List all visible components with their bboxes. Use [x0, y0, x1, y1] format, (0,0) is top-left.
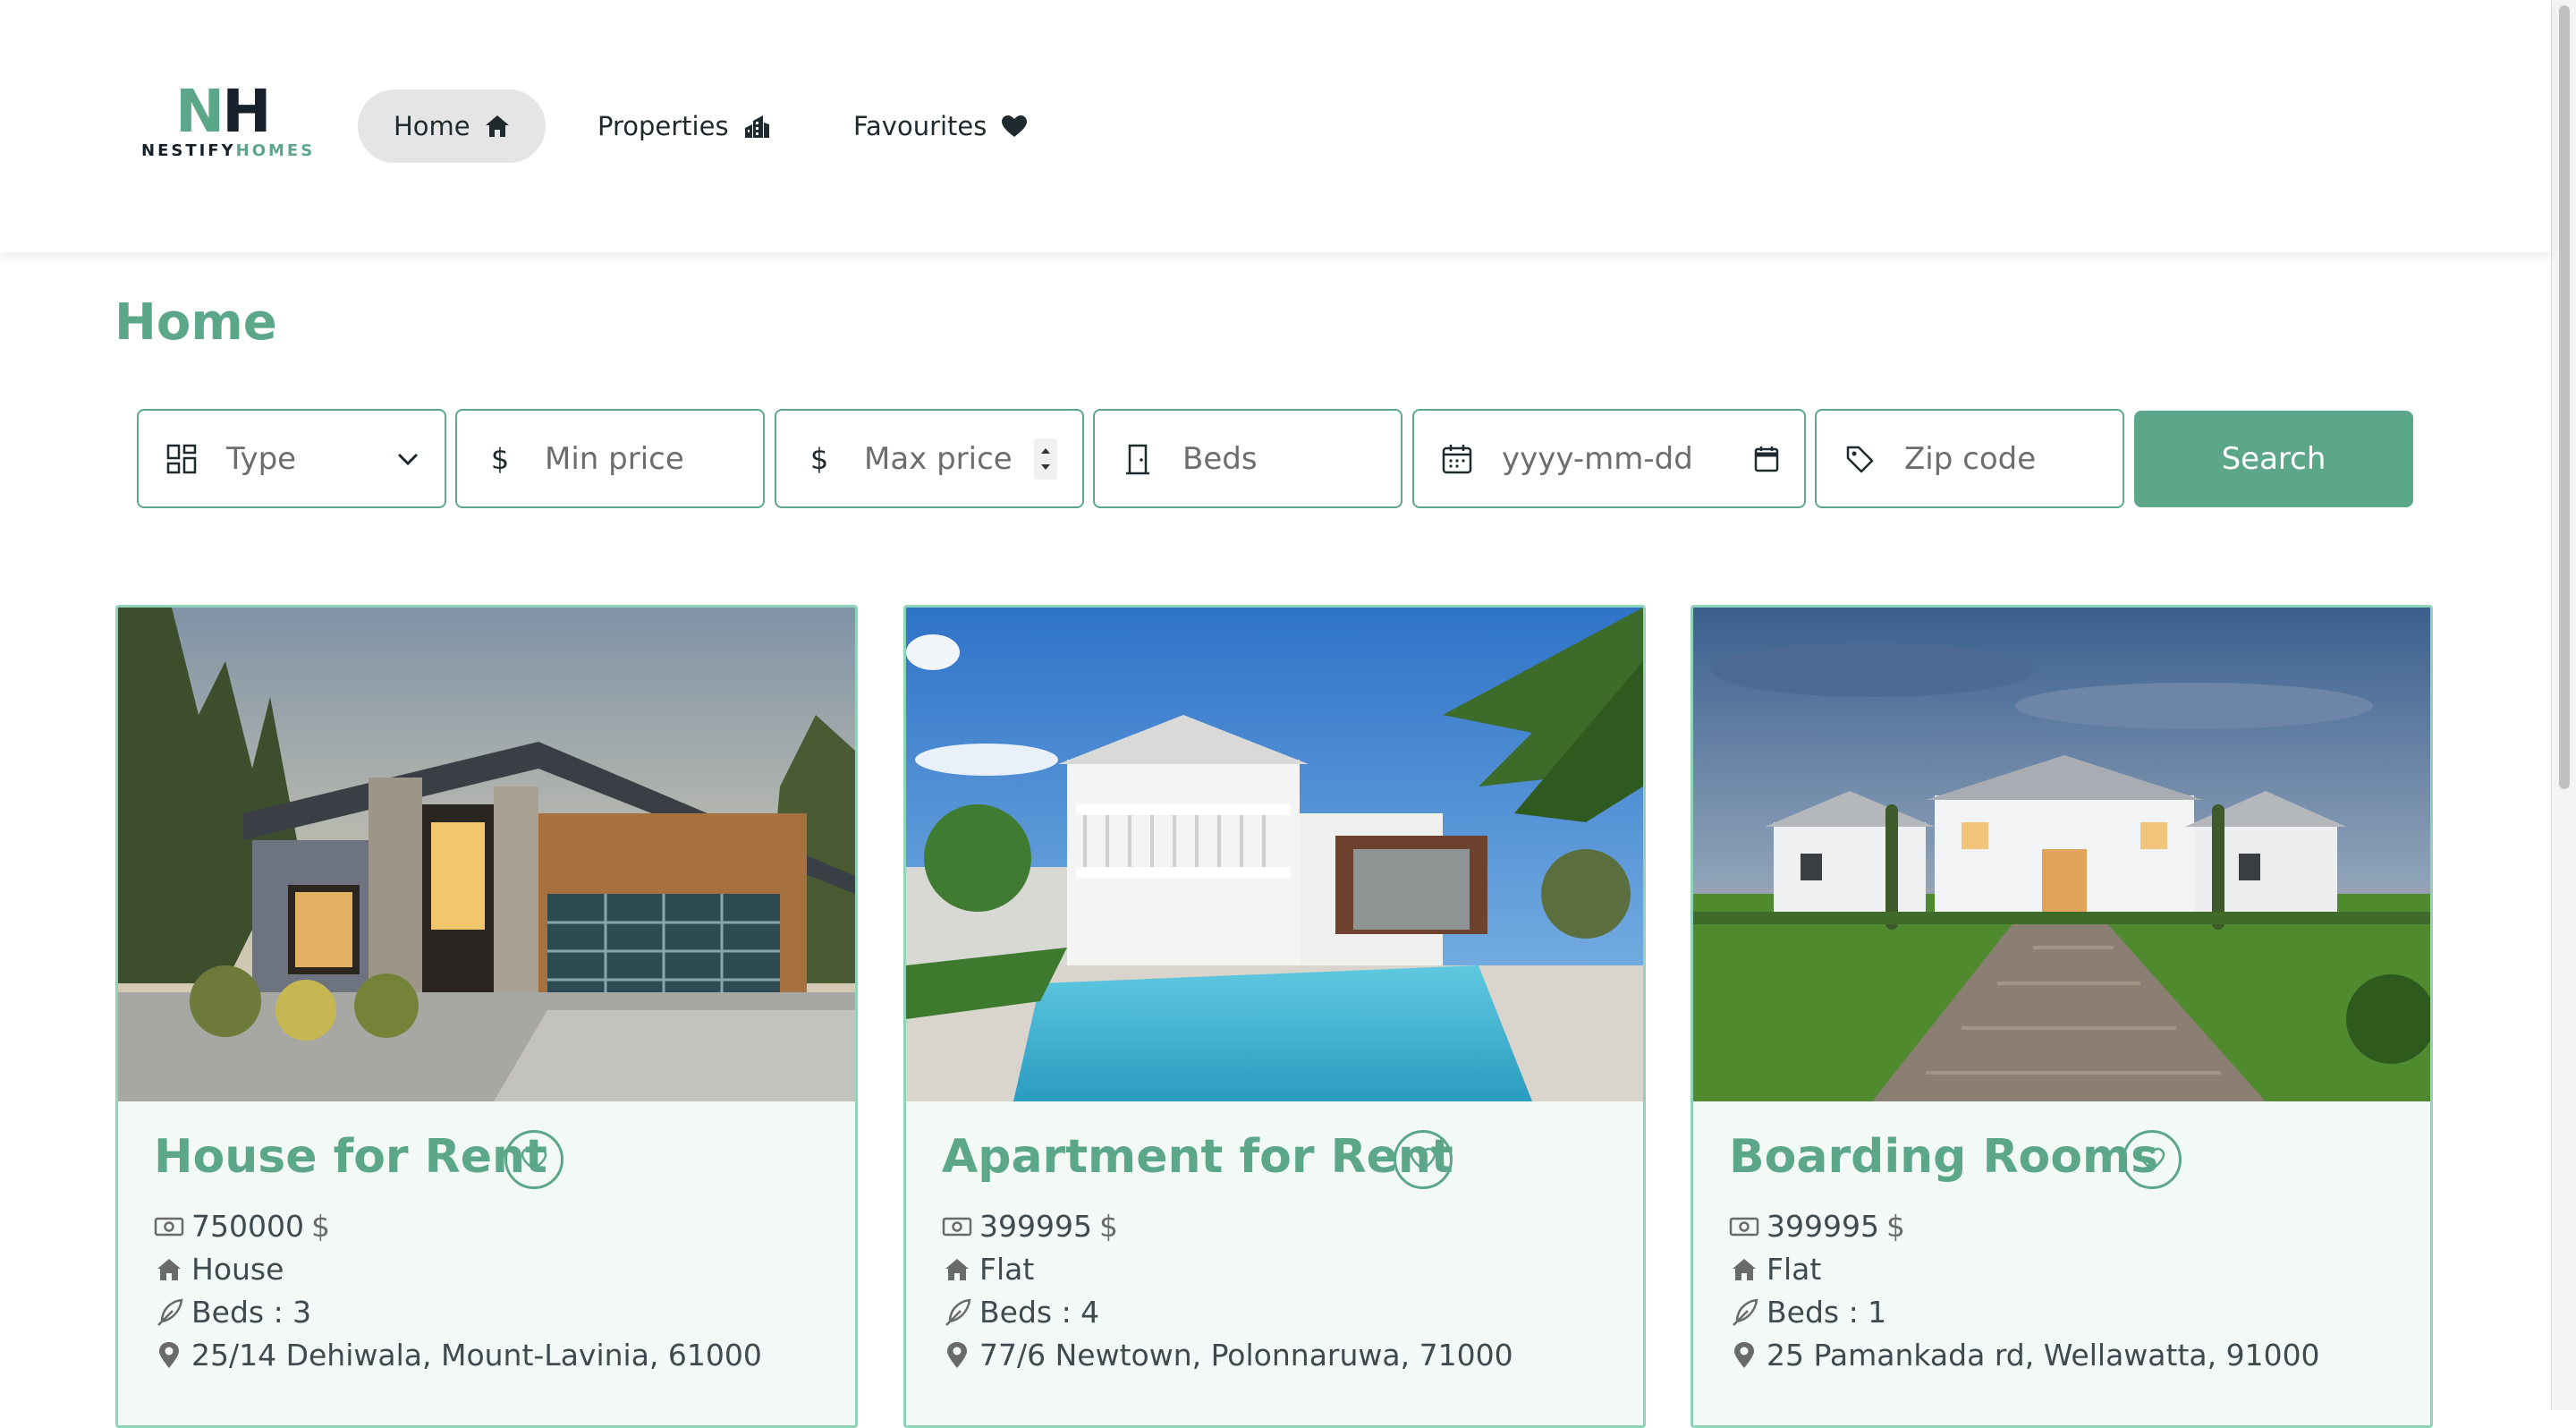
address-value: 25/14 Dehiwala, Mount-Lavinia, 61000 [191, 1338, 762, 1373]
brand-logo[interactable]: NH NESTIFYHOMES [141, 77, 312, 165]
listing-address: 77/6 Newtown, Polonnaruwa, 71000 [942, 1338, 1513, 1373]
listing-type: Flat [942, 1252, 1034, 1287]
beds-input[interactable]: Beds [1182, 441, 1401, 477]
top-navbar: NH NESTIFYHOMES Home Properties Favourit… [0, 0, 2551, 252]
calendar-icon [1437, 444, 1477, 474]
house-icon [1729, 1257, 1759, 1282]
house-icon [942, 1257, 972, 1282]
logo-wordmark: NESTIFYHOMES [141, 141, 316, 160]
page-scrollbar[interactable] [2551, 0, 2576, 1410]
tag-icon [1840, 445, 1879, 473]
chevron-down-icon [396, 452, 419, 466]
feather-icon [154, 1298, 184, 1327]
nav-home-label: Home [394, 111, 470, 141]
price-value: 399995 [979, 1209, 1092, 1244]
listing-title[interactable]: House for Rent [154, 1130, 547, 1184]
listing-beds: Beds : 4 [942, 1295, 1099, 1330]
min-price-field[interactable]: $ Min price [455, 409, 765, 508]
zip-input[interactable]: Zip code [1904, 441, 2123, 477]
nav-home-wrap: Home [358, 89, 546, 163]
nav-item-favourites[interactable]: Favourites [818, 89, 1063, 163]
type-value: Flat [1767, 1252, 1822, 1287]
listing-address: 25 Pamankada rd, Wellawatta, 91000 [1729, 1338, 2320, 1373]
listing-card[interactable]: Boarding Rooms 399995 $ Flat Beds : 1 25… [1690, 605, 2433, 1428]
dollar-icon: $ [809, 441, 829, 476]
dollar-icon: $ [490, 441, 510, 476]
nav-properties-label: Properties [597, 111, 729, 141]
listing-price: 750000 $ [154, 1209, 330, 1244]
heart-outline-icon [521, 1147, 547, 1171]
address-value: 25 Pamankada rd, Wellawatta, 91000 [1767, 1338, 2320, 1373]
home-icon [485, 115, 510, 138]
search-button[interactable]: Search [2134, 411, 2413, 507]
heart-outline-icon [1410, 1147, 1436, 1171]
favourite-button[interactable] [2123, 1130, 2182, 1189]
pool-villa-photo [906, 608, 1643, 1101]
nav-item-properties[interactable]: Properties [562, 89, 806, 163]
nav-fav-wrap: Favourites [818, 89, 1063, 163]
heart-icon [1001, 115, 1028, 138]
price-currency: $ [1098, 1209, 1118, 1244]
nav-favourites-label: Favourites [853, 111, 987, 141]
beds-value: Beds : 3 [191, 1295, 312, 1330]
location-pin-icon [154, 1341, 184, 1370]
price-value: 750000 [191, 1209, 304, 1244]
date-field[interactable]: yyyy-mm-dd [1412, 409, 1806, 508]
listing-beds: Beds : 1 [1729, 1295, 1886, 1330]
listing-price: 399995 $ [942, 1209, 1118, 1244]
beds-value: Beds : 4 [979, 1295, 1100, 1330]
listing-beds: Beds : 3 [154, 1295, 311, 1330]
type-select-value: Type [226, 440, 297, 477]
mansion-driveway-photo [1693, 608, 2430, 1101]
zip-field[interactable]: Zip code [1815, 409, 2124, 508]
price-currency: $ [1885, 1209, 1905, 1244]
building-icon [743, 114, 770, 139]
modern-house-photo [118, 608, 855, 1101]
type-select[interactable]: Type [137, 409, 446, 508]
location-pin-icon [942, 1341, 972, 1370]
favourite-button[interactable] [504, 1130, 564, 1189]
listing-type: Flat [1729, 1252, 1821, 1287]
favourite-button[interactable] [1394, 1130, 1453, 1189]
beds-value: Beds : 1 [1767, 1295, 1887, 1330]
cash-icon [942, 1216, 972, 1237]
listing-type: House [154, 1252, 284, 1287]
grid-icon [162, 444, 201, 474]
number-spinner[interactable] [1034, 438, 1057, 480]
min-price-input[interactable]: Min price [545, 441, 763, 477]
cash-icon [154, 1216, 184, 1237]
location-pin-icon [1729, 1341, 1759, 1370]
listing-title[interactable]: Boarding Rooms [1729, 1130, 2158, 1184]
type-value: Flat [979, 1252, 1035, 1287]
calendar-picker-icon[interactable] [1754, 446, 1779, 472]
listing-title[interactable]: Apartment for Rent [942, 1130, 1453, 1184]
date-input[interactable]: yyyy-mm-dd [1502, 441, 1754, 477]
nav-props-wrap: Properties [562, 89, 806, 163]
feather-icon [1729, 1298, 1759, 1327]
heart-outline-icon [2139, 1147, 2165, 1171]
nav-item-home[interactable]: Home [358, 89, 546, 163]
listing-card[interactable]: House for Rent 750000 $ House Beds : 3 2… [115, 605, 858, 1428]
feather-icon [942, 1298, 972, 1327]
listing-card[interactable]: Apartment for Rent 399995 $ Flat Beds : … [903, 605, 1646, 1428]
address-value: 77/6 Newtown, Polonnaruwa, 71000 [979, 1338, 1513, 1373]
cash-icon [1729, 1216, 1759, 1237]
listing-address: 25/14 Dehiwala, Mount-Lavinia, 61000 [154, 1338, 762, 1373]
house-icon [154, 1257, 184, 1282]
price-currency: $ [310, 1209, 330, 1244]
max-price-field[interactable]: $ Max price [775, 409, 1084, 508]
type-value: House [191, 1252, 284, 1287]
door-icon [1118, 443, 1157, 475]
max-price-input[interactable]: Max price [864, 441, 1034, 477]
price-value: 399995 [1767, 1209, 1879, 1244]
page-title: Home [114, 293, 277, 352]
logo-mark: NH [175, 77, 272, 146]
beds-field[interactable]: Beds [1093, 409, 1402, 508]
listing-price: 399995 $ [1729, 1209, 1905, 1244]
scrollbar-thumb[interactable] [2559, 5, 2570, 789]
